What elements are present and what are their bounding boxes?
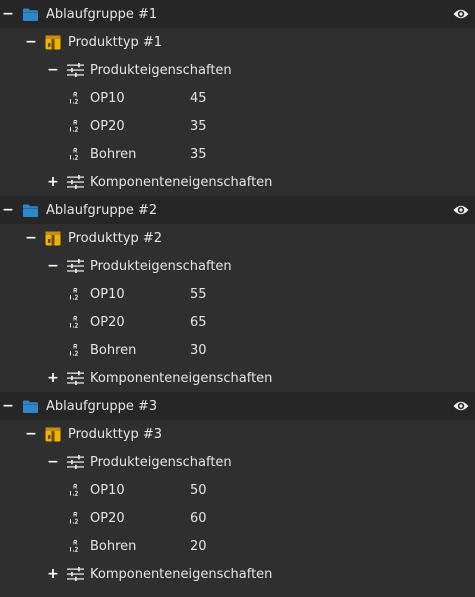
components-row[interactable]: + Komponenteneigenschaften [0, 560, 475, 588]
group-block: − Ablaufgruppe #1 − Produkttyp #1 − Prod… [0, 0, 475, 196]
collapse-toggle[interactable]: − [46, 63, 60, 77]
parameter-icon [69, 148, 81, 160]
sliders-icon [67, 259, 84, 273]
parameter-icon [69, 540, 81, 552]
property-row[interactable]: OP20 65 [0, 308, 475, 336]
product-label: Produkttyp #1 [68, 34, 163, 50]
sliders-icon [67, 371, 84, 385]
property-list: OP10 45 OP20 35 Bohren 35 [0, 84, 475, 168]
property-value[interactable]: 35 [190, 147, 207, 162]
property-name: OP10 [90, 286, 125, 302]
group-label: Ablaufgruppe #3 [46, 398, 158, 414]
property-list: OP10 55 OP20 65 Bohren 30 [0, 280, 475, 364]
expand-toggle[interactable]: + [46, 175, 60, 189]
folder-icon [23, 204, 38, 217]
collapse-toggle[interactable]: − [1, 399, 15, 413]
properties-row[interactable]: − Produkteigenschaften [0, 448, 475, 476]
components-label: Komponenteneigenschaften [90, 174, 273, 190]
collapse-toggle[interactable]: − [1, 7, 15, 21]
property-value[interactable]: 65 [190, 315, 207, 330]
group-block: − Ablaufgruppe #3 − Produkttyp #3 − Prod… [0, 392, 475, 588]
property-name: OP10 [90, 482, 125, 498]
product-box-icon [45, 34, 61, 50]
product-box-icon [45, 230, 61, 246]
sliders-icon [67, 455, 84, 469]
property-row[interactable]: OP20 35 [0, 112, 475, 140]
property-row[interactable]: OP10 50 [0, 476, 475, 504]
product-box-icon [45, 426, 61, 442]
properties-row[interactable]: − Produkteigenschaften [0, 56, 475, 84]
expand-toggle[interactable]: + [46, 567, 60, 581]
property-name: OP20 [90, 118, 125, 134]
property-value[interactable]: 50 [190, 483, 207, 498]
tree-view: − Ablaufgruppe #1 − Produkttyp #1 − Prod… [0, 0, 475, 588]
collapse-toggle[interactable]: − [24, 427, 38, 441]
properties-row[interactable]: − Produkteigenschaften [0, 252, 475, 280]
product-label: Produkttyp #3 [68, 426, 163, 442]
property-value[interactable]: 55 [190, 287, 207, 302]
group-row[interactable]: − Ablaufgruppe #3 [0, 392, 475, 420]
property-row[interactable]: OP10 55 [0, 280, 475, 308]
property-name: Bohren [90, 342, 137, 358]
sliders-icon [67, 63, 84, 77]
group-label: Ablaufgruppe #1 [46, 6, 158, 22]
property-list: OP10 50 OP20 60 Bohren 20 [0, 476, 475, 560]
property-row[interactable]: Bohren 35 [0, 140, 475, 168]
properties-label: Produkteigenschaften [90, 454, 232, 470]
property-value[interactable]: 60 [190, 511, 207, 526]
property-value[interactable]: 20 [190, 539, 207, 554]
property-row[interactable]: OP20 60 [0, 504, 475, 532]
components-label: Komponenteneigenschaften [90, 370, 273, 386]
properties-label: Produkteigenschaften [90, 62, 232, 78]
properties-label: Produkteigenschaften [90, 258, 232, 274]
sliders-icon [67, 175, 84, 189]
product-row[interactable]: − Produkttyp #2 [0, 224, 475, 252]
product-row[interactable]: − Produkttyp #3 [0, 420, 475, 448]
parameter-icon [69, 484, 81, 496]
property-name: Bohren [90, 538, 137, 554]
folder-icon [23, 8, 38, 21]
property-name: OP10 [90, 90, 125, 106]
parameter-icon [69, 344, 81, 356]
property-value[interactable]: 45 [190, 91, 207, 106]
property-value[interactable]: 35 [190, 119, 207, 134]
components-label: Komponenteneigenschaften [90, 566, 273, 582]
eye-icon[interactable] [453, 7, 469, 21]
parameter-icon [69, 316, 81, 328]
parameter-icon [69, 288, 81, 300]
property-value[interactable]: 30 [190, 343, 207, 358]
sliders-icon [67, 567, 84, 581]
folder-icon [23, 400, 38, 413]
eye-icon[interactable] [453, 399, 469, 413]
parameter-icon [69, 512, 81, 524]
group-block: − Ablaufgruppe #2 − Produkttyp #2 − Prod… [0, 196, 475, 392]
parameter-icon [69, 120, 81, 132]
parameter-icon [69, 92, 81, 104]
property-name: OP20 [90, 510, 125, 526]
product-row[interactable]: − Produkttyp #1 [0, 28, 475, 56]
eye-icon[interactable] [453, 203, 469, 217]
property-name: Bohren [90, 146, 137, 162]
property-row[interactable]: Bohren 30 [0, 336, 475, 364]
components-row[interactable]: + Komponenteneigenschaften [0, 168, 475, 196]
property-row[interactable]: OP10 45 [0, 84, 475, 112]
group-row[interactable]: − Ablaufgruppe #2 [0, 196, 475, 224]
components-row[interactable]: + Komponenteneigenschaften [0, 364, 475, 392]
property-name: OP20 [90, 314, 125, 330]
group-label: Ablaufgruppe #2 [46, 202, 158, 218]
collapse-toggle[interactable]: − [1, 203, 15, 217]
collapse-toggle[interactable]: − [46, 259, 60, 273]
property-row[interactable]: Bohren 20 [0, 532, 475, 560]
product-label: Produkttyp #2 [68, 230, 163, 246]
collapse-toggle[interactable]: − [24, 231, 38, 245]
expand-toggle[interactable]: + [46, 371, 60, 385]
collapse-toggle[interactable]: − [46, 455, 60, 469]
group-row[interactable]: − Ablaufgruppe #1 [0, 0, 475, 28]
collapse-toggle[interactable]: − [24, 35, 38, 49]
